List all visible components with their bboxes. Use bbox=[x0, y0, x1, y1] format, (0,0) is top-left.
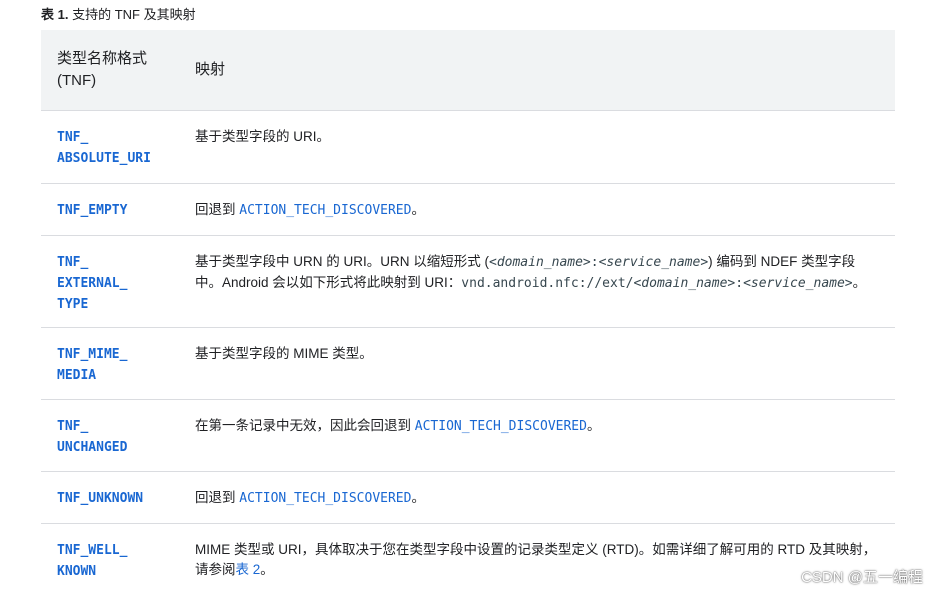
mapping-text: 回退到 bbox=[195, 202, 240, 217]
mapping-cell: 基于类型字段中 URN 的 URI。URN 以缩短形式 (<domain_nam… bbox=[179, 235, 895, 328]
table-caption-text: 支持的 TNF 及其映射 bbox=[68, 7, 196, 22]
mapping-cell: 在第一条记录中无效，因此会回退到 ACTION_TECH_DISCOVERED。 bbox=[179, 399, 895, 472]
header-mapping: 映射 bbox=[179, 30, 895, 111]
mapping-text: 在第一条记录中无效，因此会回退到 bbox=[195, 418, 415, 433]
header-tnf: 类型名称格式 (TNF) bbox=[41, 30, 179, 111]
mapping-cell: MIME 类型或 URI，具体取决于您在类型字段中设置的记录类型定义 (RTD)… bbox=[179, 524, 895, 595]
mapping-cell: 基于类型字段的 MIME 类型。 bbox=[179, 327, 895, 400]
mapping-suffix: 。 bbox=[411, 490, 425, 505]
watermark: CSDN @五一编程 bbox=[801, 569, 923, 586]
tnf-cell: TNF_UNKNOWN bbox=[41, 471, 179, 524]
mapping-cell: 基于类型字段的 URI。 bbox=[179, 110, 895, 184]
table-row: TNF_WELL_ KNOWN MIME 类型或 URI，具体取决于您在类型字段… bbox=[41, 524, 895, 595]
tnf-cell: TNF_WELL_ KNOWN bbox=[41, 524, 179, 595]
tnf-name[interactable]: TNF_WELL_ KNOWN bbox=[57, 543, 127, 579]
tnf-cell: TNF_MIME_ MEDIA bbox=[41, 327, 179, 400]
table-row: TNF_EMPTY 回退到 ACTION_TECH_DISCOVERED。 bbox=[41, 183, 895, 236]
tnf-cell: TNF_ ABSOLUTE_URI bbox=[41, 110, 179, 184]
tnf-mapping-table: 类型名称格式 (TNF) 映射 TNF_ ABSOLUTE_URI 基于类型字段… bbox=[41, 30, 895, 595]
tnf-cell: TNF_EMPTY bbox=[41, 183, 179, 236]
tnf-name[interactable]: TNF_MIME_ MEDIA bbox=[57, 347, 127, 383]
domain-name-placeholder: <domain_name> bbox=[633, 276, 736, 291]
uri-code: vnd.android.nfc://ext/ bbox=[461, 276, 634, 291]
tnf-name[interactable]: TNF_EMPTY bbox=[57, 203, 127, 218]
mapping-text: 基于类型字段中 URN 的 URI。URN 以缩短形式 ( bbox=[195, 254, 489, 269]
action-tech-discovered-link[interactable]: ACTION_TECH_DISCOVERED bbox=[239, 491, 411, 506]
table-row: TNF_MIME_ MEDIA 基于类型字段的 MIME 类型。 bbox=[41, 327, 895, 400]
colon: : bbox=[590, 255, 599, 270]
table-row: TNF_UNKNOWN 回退到 ACTION_TECH_DISCOVERED。 bbox=[41, 471, 895, 524]
service-name-placeholder: <service_name> bbox=[598, 255, 709, 270]
table-caption: 表 1. 支持的 TNF 及其映射 bbox=[41, 6, 196, 24]
page: 表 1. 支持的 TNF 及其映射 类型名称格式 (TNF) 映射 TNF_ A… bbox=[0, 0, 937, 595]
mapping-suffix: 。 bbox=[411, 202, 425, 217]
tnf-name[interactable]: TNF_ EXTERNAL_ TYPE bbox=[57, 255, 127, 312]
mapping-text: MIME 类型或 URI，具体取决于您在类型字段中设置的记录类型定义 (RTD)… bbox=[195, 542, 877, 577]
table-header-row: 类型名称格式 (TNF) 映射 bbox=[41, 30, 895, 111]
domain-name-placeholder: <domain_name> bbox=[489, 255, 591, 270]
mapping-suffix: 。 bbox=[260, 562, 274, 577]
tnf-cell: TNF_ EXTERNAL_ TYPE bbox=[41, 235, 179, 328]
tnf-name[interactable]: TNF_ UNCHANGED bbox=[57, 419, 127, 455]
mapping-suffix: 。 bbox=[586, 418, 601, 433]
tnf-cell: TNF_ UNCHANGED bbox=[41, 399, 179, 472]
action-tech-discovered-link[interactable]: ACTION_TECH_DISCOVERED bbox=[415, 419, 587, 434]
table-caption-label: 表 1. bbox=[41, 7, 69, 22]
table-row: TNF_ UNCHANGED 在第一条记录中无效，因此会回退到 ACTION_T… bbox=[41, 399, 895, 472]
mapping-suffix: 。 bbox=[852, 275, 867, 290]
tnf-name[interactable]: TNF_UNKNOWN bbox=[57, 491, 143, 506]
action-tech-discovered-link[interactable]: ACTION_TECH_DISCOVERED bbox=[239, 203, 411, 218]
table-row: TNF_ EXTERNAL_ TYPE 基于类型字段中 URN 的 URI。UR… bbox=[41, 235, 895, 328]
table-row: TNF_ ABSOLUTE_URI 基于类型字段的 URI。 bbox=[41, 110, 895, 184]
service-name-placeholder: <service_name> bbox=[743, 276, 853, 291]
header-tnf-line1: 类型名称格式 bbox=[57, 50, 148, 67]
mapping-cell: 回退到 ACTION_TECH_DISCOVERED。 bbox=[179, 471, 895, 524]
mapping-cell: 回退到 ACTION_TECH_DISCOVERED。 bbox=[179, 183, 895, 236]
colon: : bbox=[735, 276, 744, 291]
tnf-name[interactable]: TNF_ ABSOLUTE_URI bbox=[57, 130, 151, 166]
mapping-text: 回退到 bbox=[195, 490, 240, 505]
table-2-link[interactable]: 表 2 bbox=[236, 562, 261, 577]
header-tnf-line2: (TNF) bbox=[57, 72, 97, 89]
